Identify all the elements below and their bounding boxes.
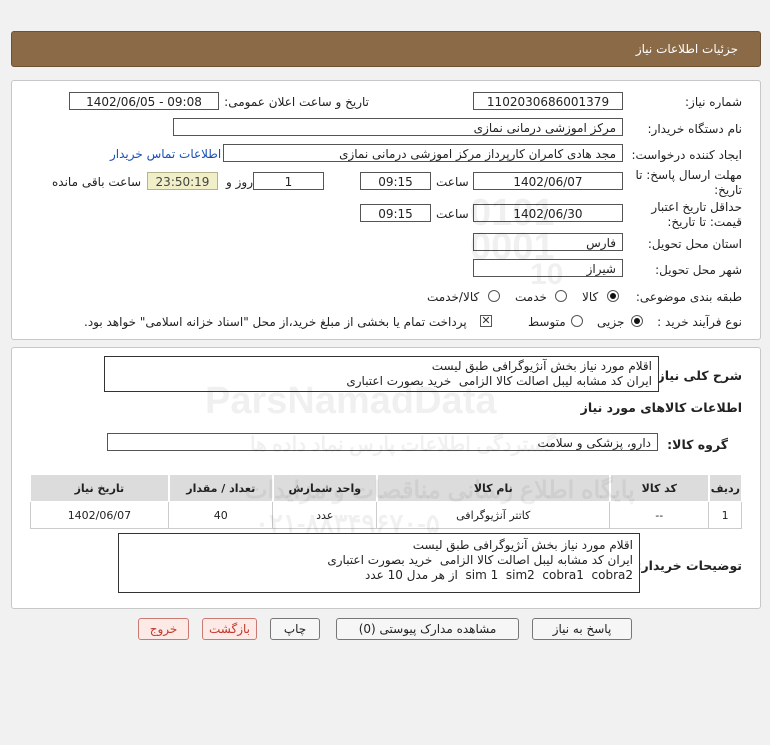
process-label: نوع فرآیند خرید : (657, 315, 742, 329)
announce-label: تاریخ و ساعت اعلان عمومی: (224, 95, 369, 109)
category-option-goods-service: کالا/خدمت (427, 290, 480, 304)
deadline-label: مهلت ارسال پاسخ: تا تاریخ: (635, 168, 742, 197)
col-row: ردیف (707, 474, 742, 502)
col-date: تاریخ نیاز (29, 474, 170, 502)
buyer-notes-text: اقلام مورد نیاز بخش آنژیوگرافی طبق لیست … (118, 533, 640, 593)
category-option-goods: کالا (582, 290, 599, 304)
watermark-num3: 10 (530, 258, 564, 291)
category-radio-goods-service[interactable] (488, 290, 500, 302)
process-radio-minor[interactable] (631, 315, 643, 327)
creator-field: مجد هادی کامران کارپرداز مرکز اموزشی درم… (223, 144, 623, 162)
remaining-time-field: 23:50:19 (147, 172, 218, 190)
reply-button[interactable]: پاسخ به نیاز (532, 618, 632, 640)
deadline-time-field: 09:15 (360, 172, 431, 190)
buyer-label: نام دستگاه خریدار: (647, 122, 743, 136)
deadline-time-label: ساعت (436, 175, 469, 189)
treasury-payment-checkbox[interactable]: ✕ (480, 315, 492, 327)
days-field: 1 (253, 172, 324, 190)
exit-button[interactable]: خروج (138, 618, 189, 640)
buyer-field: مرکز اموزشی درمانی نمازی (173, 118, 623, 136)
cell-row: 1 (708, 501, 742, 529)
print-button[interactable]: چاپ (270, 618, 320, 640)
page-header: جزئیات اطلاعات نیاز (11, 31, 761, 67)
validity-label: حداقل تاریخ اعتبار قیمت: تا تاریخ: (651, 200, 742, 229)
contact-buyer-link[interactable]: اطلاعات تماس خریدار (110, 147, 221, 161)
buyer-notes-label: توضیحات خریدار: (636, 558, 742, 573)
announce-field: 1402/06/05 - 09:08 (69, 92, 219, 110)
category-option-service: خدمت (515, 290, 547, 304)
attachments-button[interactable]: مشاهده مدارک پیوستی (0) (336, 618, 519, 640)
page-title: جزئیات اطلاعات نیاز (635, 42, 738, 56)
watermark-line1: پایگاه اطلاع رسانی مناقصات و مزایدات (245, 477, 635, 504)
deadline-date-field: 1402/06/07 (473, 172, 623, 190)
watermark-brand: ParsNamadData (205, 380, 497, 422)
need-number-field: 1102030686001379 (473, 92, 623, 110)
need-number-label: شماره نیاز: (685, 95, 742, 109)
process-radio-medium[interactable] (571, 315, 583, 327)
back-button[interactable]: بازگشت (202, 618, 257, 640)
watermark-phone: ۰۲۱-۸۸۳۴۹۶۷۰-۵ (255, 508, 440, 538)
summary-label: شرح کلی نیاز: (652, 368, 742, 383)
category-label: طبقه بندی موضوعی: (635, 290, 742, 304)
validity-time-field: 09:15 (360, 204, 431, 222)
cell-code: -- (609, 501, 710, 529)
validity-time-label: ساعت (436, 207, 469, 221)
creator-label: ایجاد کننده درخواست: (631, 148, 742, 162)
city-label: شهر محل تحویل: (655, 263, 742, 277)
items-section-title: اطلاعات کالاهای مورد نیاز (580, 400, 742, 415)
remaining-time-label: ساعت باقی مانده (52, 175, 142, 189)
group-label: گروه کالا: (667, 437, 728, 452)
payment-note: پرداخت تمام یا بخشی از مبلغ خرید،از محل … (84, 315, 467, 329)
cell-date: 1402/06/07 (29, 501, 170, 529)
days-label: روز و (226, 175, 253, 189)
category-radio-goods[interactable] (607, 290, 619, 302)
province-label: استان محل تحویل: (647, 237, 742, 251)
process-option-medium: متوسط (528, 315, 566, 329)
process-option-minor: جزیی (597, 315, 625, 329)
watermark-line2: گستردگی اطلاعات پارس نماد داده ها (250, 434, 556, 456)
